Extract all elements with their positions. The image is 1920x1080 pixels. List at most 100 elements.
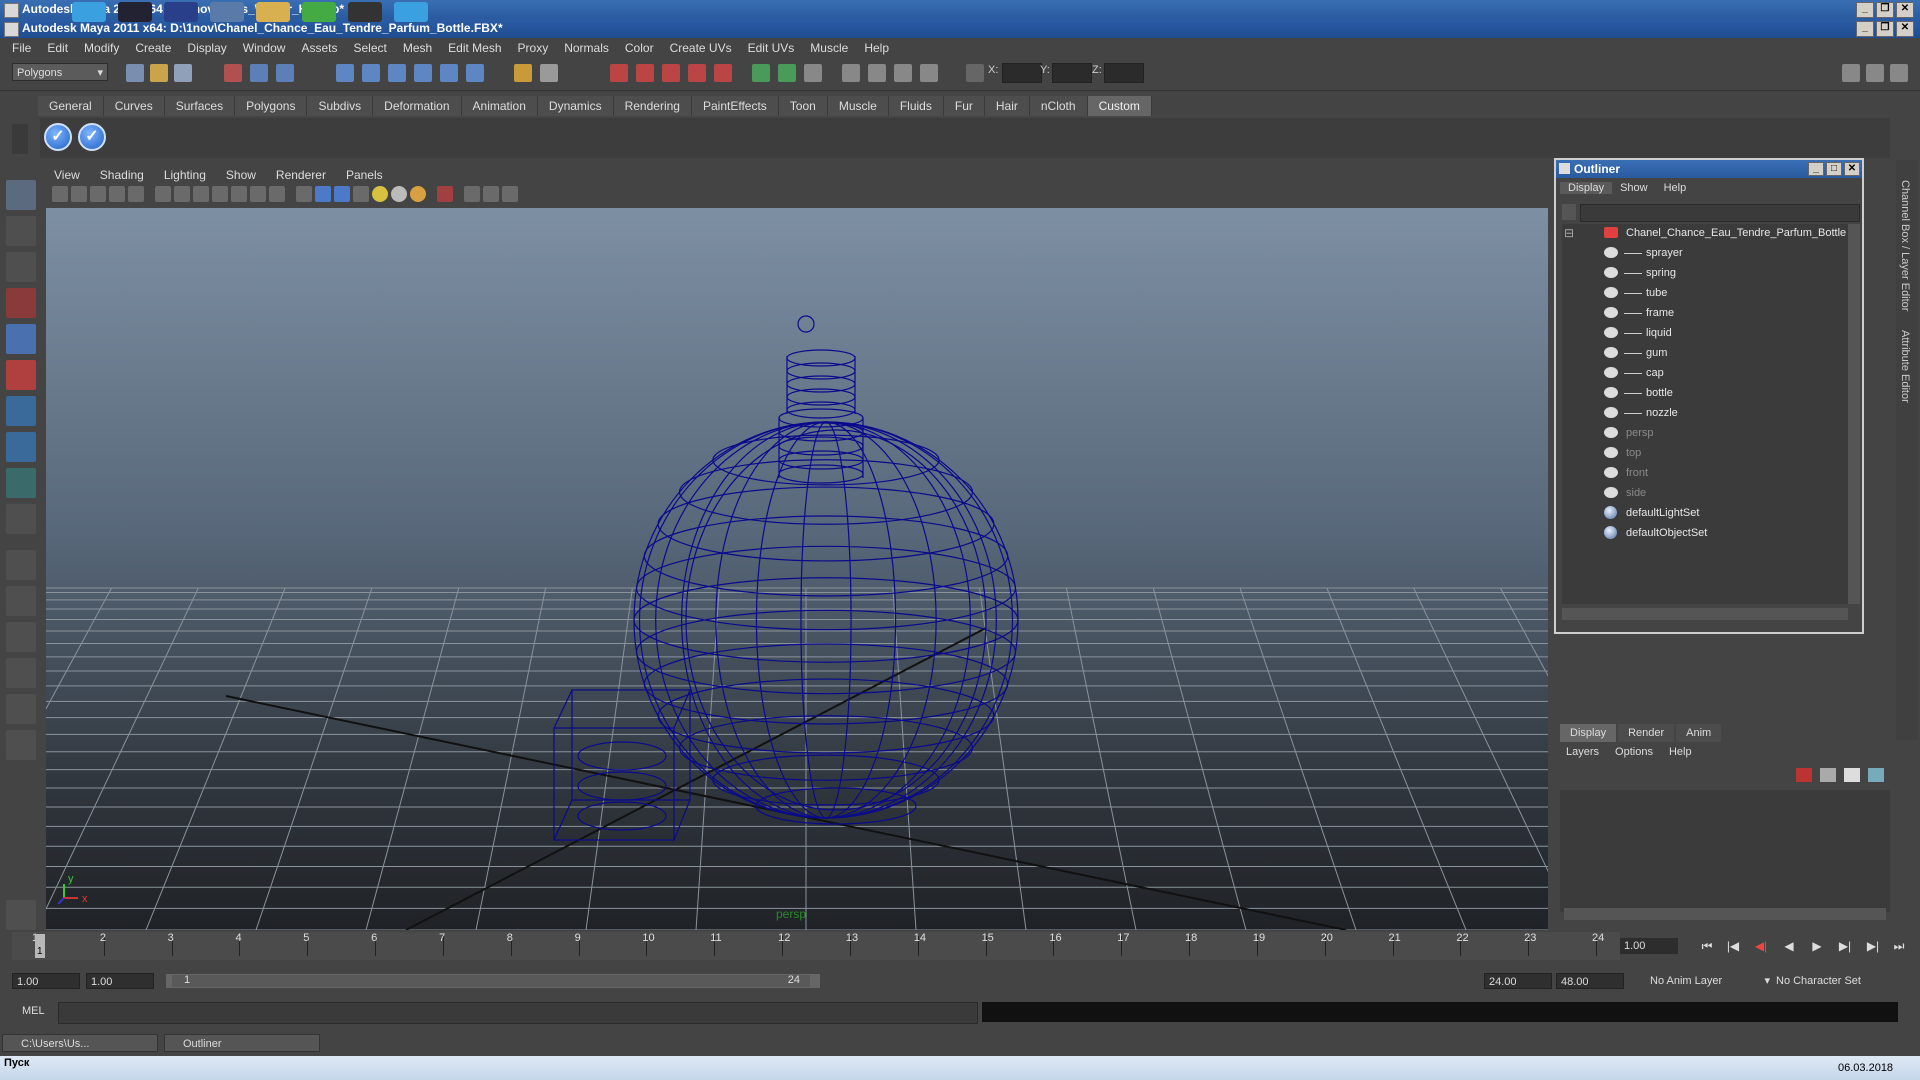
collapse-icon[interactable]: ⊟ xyxy=(1564,224,1574,242)
character-set-dropdown[interactable]: No Character Set xyxy=(1776,973,1894,989)
output-ops-icon[interactable] xyxy=(778,64,796,82)
menu-edit-mesh[interactable]: Edit Mesh xyxy=(440,41,509,55)
menu-help[interactable]: Help xyxy=(856,41,897,55)
menu-muscle[interactable]: Muscle xyxy=(802,41,856,55)
default-light-icon[interactable] xyxy=(372,186,388,202)
shelf-tab-curves[interactable]: Curves xyxy=(103,96,165,116)
shelf-tab-toon[interactable]: Toon xyxy=(778,96,828,116)
z-field[interactable] xyxy=(1104,63,1144,83)
explorer-icon[interactable] xyxy=(256,2,290,22)
menu-modify[interactable]: Modify xyxy=(76,41,127,55)
editor-icon[interactable] xyxy=(920,64,938,82)
playback-end-field[interactable]: 24.00 xyxy=(1484,973,1552,989)
lasso-tool-icon[interactable] xyxy=(6,216,36,246)
outliner-item-frame[interactable]: frame xyxy=(1562,304,1842,322)
outliner-menu-help[interactable]: Help xyxy=(1656,182,1695,194)
menu-normals[interactable]: Normals xyxy=(556,41,617,55)
play-forwards-icon[interactable]: ▶ xyxy=(1808,938,1826,954)
new-scene-icon[interactable] xyxy=(126,64,144,82)
maya-taskbar-icon[interactable] xyxy=(164,2,198,22)
playback-start-field[interactable]: 1.00 xyxy=(86,973,154,989)
menu-file[interactable]: File xyxy=(4,41,39,55)
texture-icon[interactable] xyxy=(353,186,369,202)
snap-to-curve-icon[interactable] xyxy=(362,64,380,82)
shelf-tab-hair[interactable]: Hair xyxy=(984,96,1030,116)
y-field[interactable] xyxy=(1052,63,1092,83)
render-settings-icon[interactable] xyxy=(662,64,680,82)
go-to-end-icon[interactable]: ⏭ xyxy=(1890,938,1908,954)
smooth-shade-icon[interactable] xyxy=(315,186,331,202)
xray-icon[interactable] xyxy=(437,186,453,202)
snap-to-view-plane-icon[interactable] xyxy=(414,64,432,82)
viewport-menu-view[interactable]: View xyxy=(44,168,90,186)
save-scene-icon[interactable] xyxy=(174,64,192,82)
persp-graph-layout-icon[interactable] xyxy=(6,658,36,688)
attribute-editor-toggle-icon[interactable] xyxy=(1866,64,1884,82)
tool-settings-icon[interactable] xyxy=(868,64,886,82)
shelf-tab-painteffects[interactable]: PaintEffects xyxy=(691,96,779,116)
menu-display[interactable]: Display xyxy=(179,41,234,55)
outliner-item-defaultobjectset[interactable]: defaultObjectSet xyxy=(1562,524,1842,542)
shelf-tab-general[interactable]: General xyxy=(38,96,104,116)
film-gate-icon[interactable] xyxy=(174,186,190,202)
all-lights-icon[interactable] xyxy=(391,186,407,202)
close-button[interactable]: ✕ xyxy=(1844,162,1860,176)
outliner-item-persp[interactable]: persp xyxy=(1562,424,1842,442)
xray-joints-icon[interactable] xyxy=(483,186,499,202)
history-icon[interactable] xyxy=(540,64,558,82)
shelf-tab-polygons[interactable]: Polygons xyxy=(235,96,308,116)
range-slider[interactable]: 1 24 xyxy=(166,974,820,988)
ipr-render-icon[interactable] xyxy=(636,64,654,82)
shadows-icon[interactable] xyxy=(410,186,426,202)
shelf-tab-dynamics[interactable]: Dynamics xyxy=(537,96,614,116)
layout-icon[interactable] xyxy=(894,64,912,82)
shelf-tab-deformation[interactable]: Deformation xyxy=(373,96,462,116)
last-tool-icon[interactable] xyxy=(6,468,36,498)
two-d-pan-icon[interactable] xyxy=(128,186,144,202)
shelf-menu-icon[interactable] xyxy=(12,124,28,154)
taskbar-app-icon[interactable] xyxy=(210,2,244,22)
select-by-hierarchy-icon[interactable] xyxy=(224,64,242,82)
camera-attributes-icon[interactable] xyxy=(71,186,87,202)
new-layer-selected-icon[interactable] xyxy=(1820,768,1836,782)
shelf-tab-fluids[interactable]: Fluids xyxy=(888,96,944,116)
chrome-icon[interactable] xyxy=(302,2,336,22)
menu-select[interactable]: Select xyxy=(345,41,394,55)
viewport-menu-show[interactable]: Show xyxy=(216,168,266,186)
filter-icon[interactable] xyxy=(1562,204,1576,220)
rotate-tool-icon[interactable] xyxy=(6,324,36,354)
step-forward-key-icon[interactable]: ▶| xyxy=(1864,938,1882,954)
outliner-horizontal-scrollbar[interactable] xyxy=(1562,608,1848,620)
animation-end-field[interactable]: 48.00 xyxy=(1556,973,1624,989)
skype-icon[interactable] xyxy=(72,2,106,22)
outliner-item-gum[interactable]: gum xyxy=(1562,344,1842,362)
layer-menu-options[interactable]: Options xyxy=(1615,746,1653,758)
safe-action-icon[interactable] xyxy=(250,186,266,202)
minimize-button[interactable]: _ xyxy=(1808,162,1824,176)
outliner-item-chanel-chance-eau-tendre-parfum-bottle[interactable]: ⊟ Chanel_Chance_Eau_Tendre_Parfum_Bottle xyxy=(1562,224,1846,242)
persp-hypershade-layout-icon[interactable] xyxy=(6,694,36,724)
hypershade-icon[interactable] xyxy=(688,64,706,82)
menu-mesh[interactable]: Mesh xyxy=(395,41,440,55)
shelf-tab-ncloth[interactable]: nCloth xyxy=(1029,96,1088,116)
animation-start-field[interactable]: 1.00 xyxy=(12,973,80,989)
layer-menu-help[interactable]: Help xyxy=(1669,746,1692,758)
hand-tool-icon[interactable] xyxy=(6,900,36,930)
outliner-item-sprayer[interactable]: sprayer xyxy=(1562,244,1842,262)
custom-shelf-button-1[interactable]: ✓ xyxy=(44,123,72,151)
snap-to-grid-icon[interactable] xyxy=(336,64,354,82)
scale-tool-icon[interactable] xyxy=(6,360,36,390)
shelf-tab-fur[interactable]: Fur xyxy=(943,96,985,116)
image-plane-icon[interactable] xyxy=(109,186,125,202)
outliner-item-bottle[interactable]: bottle xyxy=(1562,384,1842,402)
select-tool-icon[interactable] xyxy=(6,180,36,210)
outliner-menu-display[interactable]: Display xyxy=(1560,182,1613,194)
move-up-layer-icon[interactable] xyxy=(1844,768,1860,782)
menu-create[interactable]: Create xyxy=(127,41,179,55)
wireframe-icon[interactable] xyxy=(296,186,312,202)
viewport-menu-shading[interactable]: Shading xyxy=(90,168,154,186)
tool-settings-toggle-icon[interactable] xyxy=(1890,64,1908,82)
restore-button[interactable]: ❐ xyxy=(1876,21,1894,37)
shelf-tab-rendering[interactable]: Rendering xyxy=(613,96,692,116)
absolute-transform-icon[interactable] xyxy=(966,64,984,82)
